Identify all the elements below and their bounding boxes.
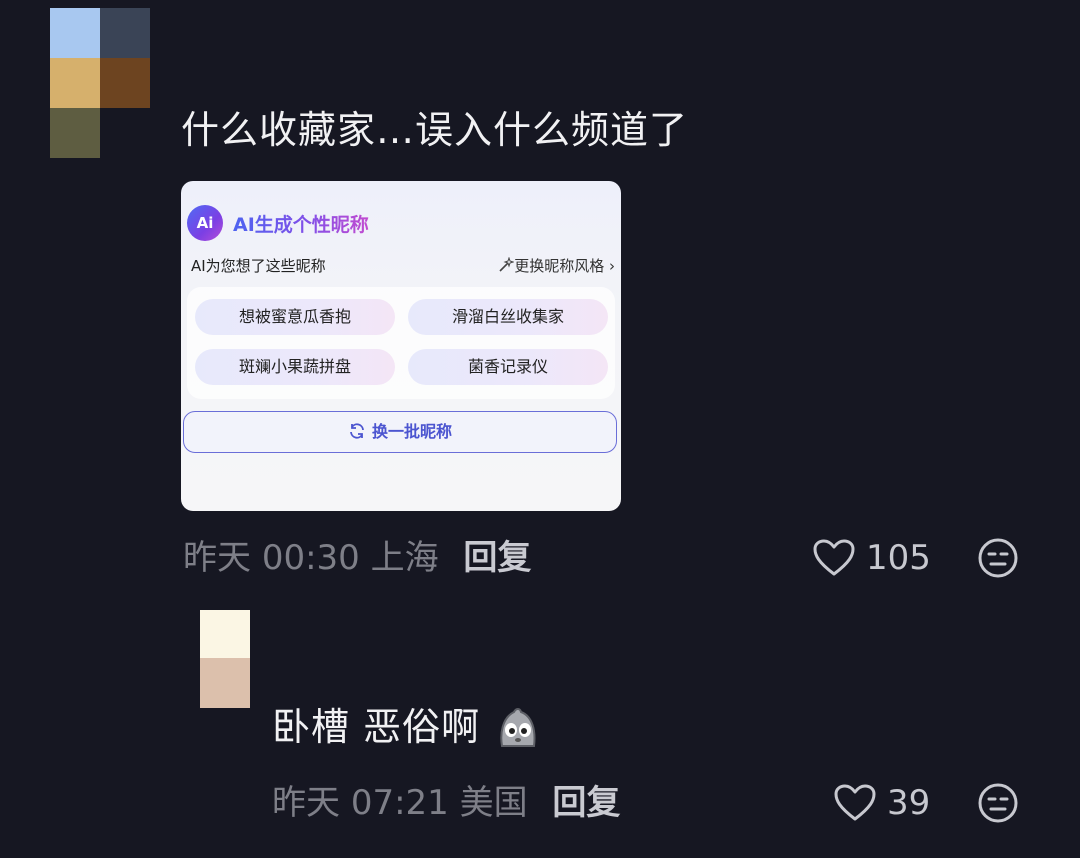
comment-image[interactable]: Ai AI生成个性昵称 AI为您想了这些昵称 更换昵称风格 › 想被蜜意瓜香抱 … xyxy=(181,181,621,511)
nickname-list: 想被蜜意瓜香抱 滑溜白丝收集家 斑斓小果蔬拼盘 菌香记录仪 xyxy=(187,287,615,399)
avatar-pixel xyxy=(50,58,100,108)
avatar-pixel xyxy=(100,8,150,58)
reply-button[interactable]: 回复 xyxy=(552,783,620,823)
avatar-pixel xyxy=(50,108,100,158)
reply-body: 卧槽 恶俗啊 xyxy=(272,703,540,751)
nickname-chip[interactable]: 斑斓小果蔬拼盘 xyxy=(195,349,395,385)
like-count: 105 xyxy=(866,538,931,578)
reply-button[interactable]: 回复 xyxy=(463,538,531,578)
avatar-pixel xyxy=(200,658,250,708)
meh-face-icon[interactable] xyxy=(978,538,1018,578)
comment-meta: 昨天 00:30 上海 回复 xyxy=(183,538,531,578)
ai-logo-icon: Ai xyxy=(187,205,223,241)
comment-time: 昨天 xyxy=(183,538,251,578)
chevron-right-icon: › xyxy=(609,257,615,275)
card-subtitle: AI为您想了这些昵称 xyxy=(191,257,326,275)
avatar-pixel xyxy=(100,58,150,108)
change-style-label: 更换昵称风格 xyxy=(514,257,605,275)
refresh-label: 换一批昵称 xyxy=(371,422,452,441)
sad-ghost-emoji xyxy=(500,708,536,747)
heart-icon xyxy=(834,784,876,821)
nickname-chip[interactable]: 菌香记录仪 xyxy=(408,349,608,385)
avatar[interactable] xyxy=(50,8,150,158)
like-button[interactable]: 39 xyxy=(833,783,930,823)
nickname-chip[interactable]: 滑溜白丝收集家 xyxy=(408,299,608,335)
reply-avatar[interactable] xyxy=(200,610,250,708)
refresh-icon xyxy=(350,423,364,439)
meh-face-icon[interactable] xyxy=(978,783,1018,823)
magic-wand-icon xyxy=(499,256,515,272)
refresh-nicknames-button[interactable]: 换一批昵称 xyxy=(183,411,617,453)
change-style-link[interactable]: 更换昵称风格 › xyxy=(498,255,615,276)
avatar-pixel xyxy=(200,610,250,658)
heart-icon xyxy=(813,539,855,576)
nickname-chip[interactable]: 想被蜜意瓜香抱 xyxy=(195,299,395,335)
avatar-pixel xyxy=(50,8,100,58)
comment-text: 什么收藏家…误入什么频道了 xyxy=(181,108,689,152)
comment-clock: 00:30 xyxy=(261,538,360,578)
reply-time: 昨天 xyxy=(272,783,340,823)
reply-meta: 昨天 07:21 美国 回复 xyxy=(272,783,620,823)
comment-location: 上海 xyxy=(370,538,439,578)
like-count: 39 xyxy=(887,783,931,823)
avatar-pixel xyxy=(100,108,150,158)
card-title: AI生成个性昵称 xyxy=(233,210,369,237)
like-button[interactable]: 105 xyxy=(812,538,931,578)
reply-location: 美国 xyxy=(459,783,528,823)
reply-clock: 07:21 xyxy=(350,783,449,823)
reply-text: 卧槽 恶俗啊 xyxy=(272,705,481,749)
